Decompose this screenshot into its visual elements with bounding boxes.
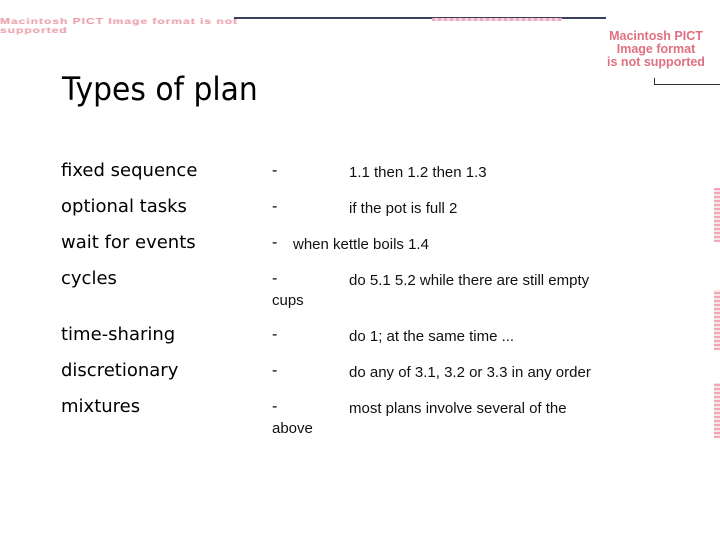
plan-type-example-continued: cups [272, 292, 304, 309]
unsupported-image-placeholder-left: Macintosh PICT Image format is not suppo… [0, 16, 239, 35]
plan-type-term: wait for events [61, 232, 196, 253]
plan-type-example: do 1; at the same time ... [349, 328, 515, 345]
separator-dash: - [272, 198, 278, 215]
plan-type-term: optional tasks [61, 196, 187, 217]
placeholder-line: is not supported [607, 55, 705, 69]
plan-type-term: time-sharing [61, 324, 176, 345]
corner-bracket-decoration [654, 78, 720, 85]
separator-dash: - [272, 326, 278, 343]
plan-type-example: 1.1 then 1.2 then 1.3 [349, 164, 487, 181]
plan-type-example: when kettle boils 1.4 [293, 236, 429, 253]
plan-type-term: fixed sequence [61, 160, 198, 181]
separator-dash: - [272, 270, 278, 287]
separator-dash: - [272, 398, 278, 415]
unsupported-image-placeholder-right: Macintosh PICT Image format is not suppo… [592, 30, 720, 69]
separator-dash: - [272, 162, 278, 179]
plan-type-example: most plans involve several of the [349, 400, 567, 417]
edge-artifact [714, 383, 720, 438]
separator-dash: - [272, 234, 278, 251]
plan-type-example: do any of 3.1, 3.2 or 3.3 in any order [349, 364, 591, 381]
plan-type-example: if the pot is full 2 [349, 200, 458, 217]
plan-type-term: mixtures [61, 396, 141, 417]
slide-title: Types of plan [62, 70, 258, 108]
separator-dash: - [272, 362, 278, 379]
top-divider-artifact [432, 18, 562, 21]
plan-type-example-continued: above [272, 420, 313, 437]
edge-artifact [714, 290, 720, 350]
plan-type-term: discretionary [61, 360, 179, 381]
plan-type-term: cycles [61, 268, 117, 289]
edge-artifact [714, 188, 720, 242]
plan-type-example: do 5.1 5.2 while there are still empty [349, 272, 590, 289]
